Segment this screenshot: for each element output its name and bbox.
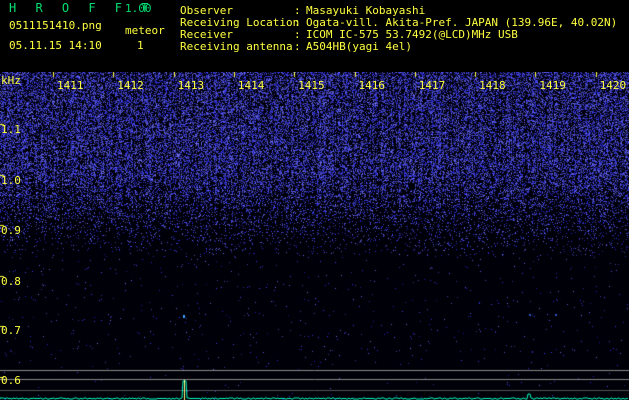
meteor-count: 1 <box>137 39 144 52</box>
minute-label: 1418 <box>479 79 506 92</box>
file-name: 0511151410.png <box>9 19 102 32</box>
datetime: 05.11.15 14:10 <box>9 39 102 52</box>
spectrogram-canvas <box>0 72 629 400</box>
khz-unit-label: kHz <box>1 74 21 87</box>
y-tick-label: 1.0 <box>1 174 21 187</box>
info-colon: : <box>294 40 301 53</box>
minute-label: 1419 <box>539 79 566 92</box>
y-tick-label: 0.6 <box>1 374 21 387</box>
app-version: 1.00 <box>125 2 152 15</box>
y-tick-label: 0.8 <box>1 275 21 288</box>
minute-label: 1416 <box>358 79 386 92</box>
y-tick-label: 0.9 <box>1 224 21 237</box>
info-antenna-value: A504HB(yagi 4el) <box>306 40 412 53</box>
minute-label: 1411 <box>57 79 84 92</box>
minute-label: 1420 <box>599 79 627 92</box>
y-tick-label: 1.1 <box>1 123 21 136</box>
info-antenna-label: Receiving antenna <box>180 40 293 53</box>
minute-label: 1412 <box>117 79 144 92</box>
minute-label: 1417 <box>418 79 446 92</box>
meteor-label: meteor <box>125 24 165 37</box>
minute-label: 1414 <box>237 79 265 92</box>
y-tick-label: 0.7 <box>1 324 21 337</box>
minute-label: 1415 <box>298 79 325 92</box>
minute-label: 1413 <box>177 79 205 92</box>
